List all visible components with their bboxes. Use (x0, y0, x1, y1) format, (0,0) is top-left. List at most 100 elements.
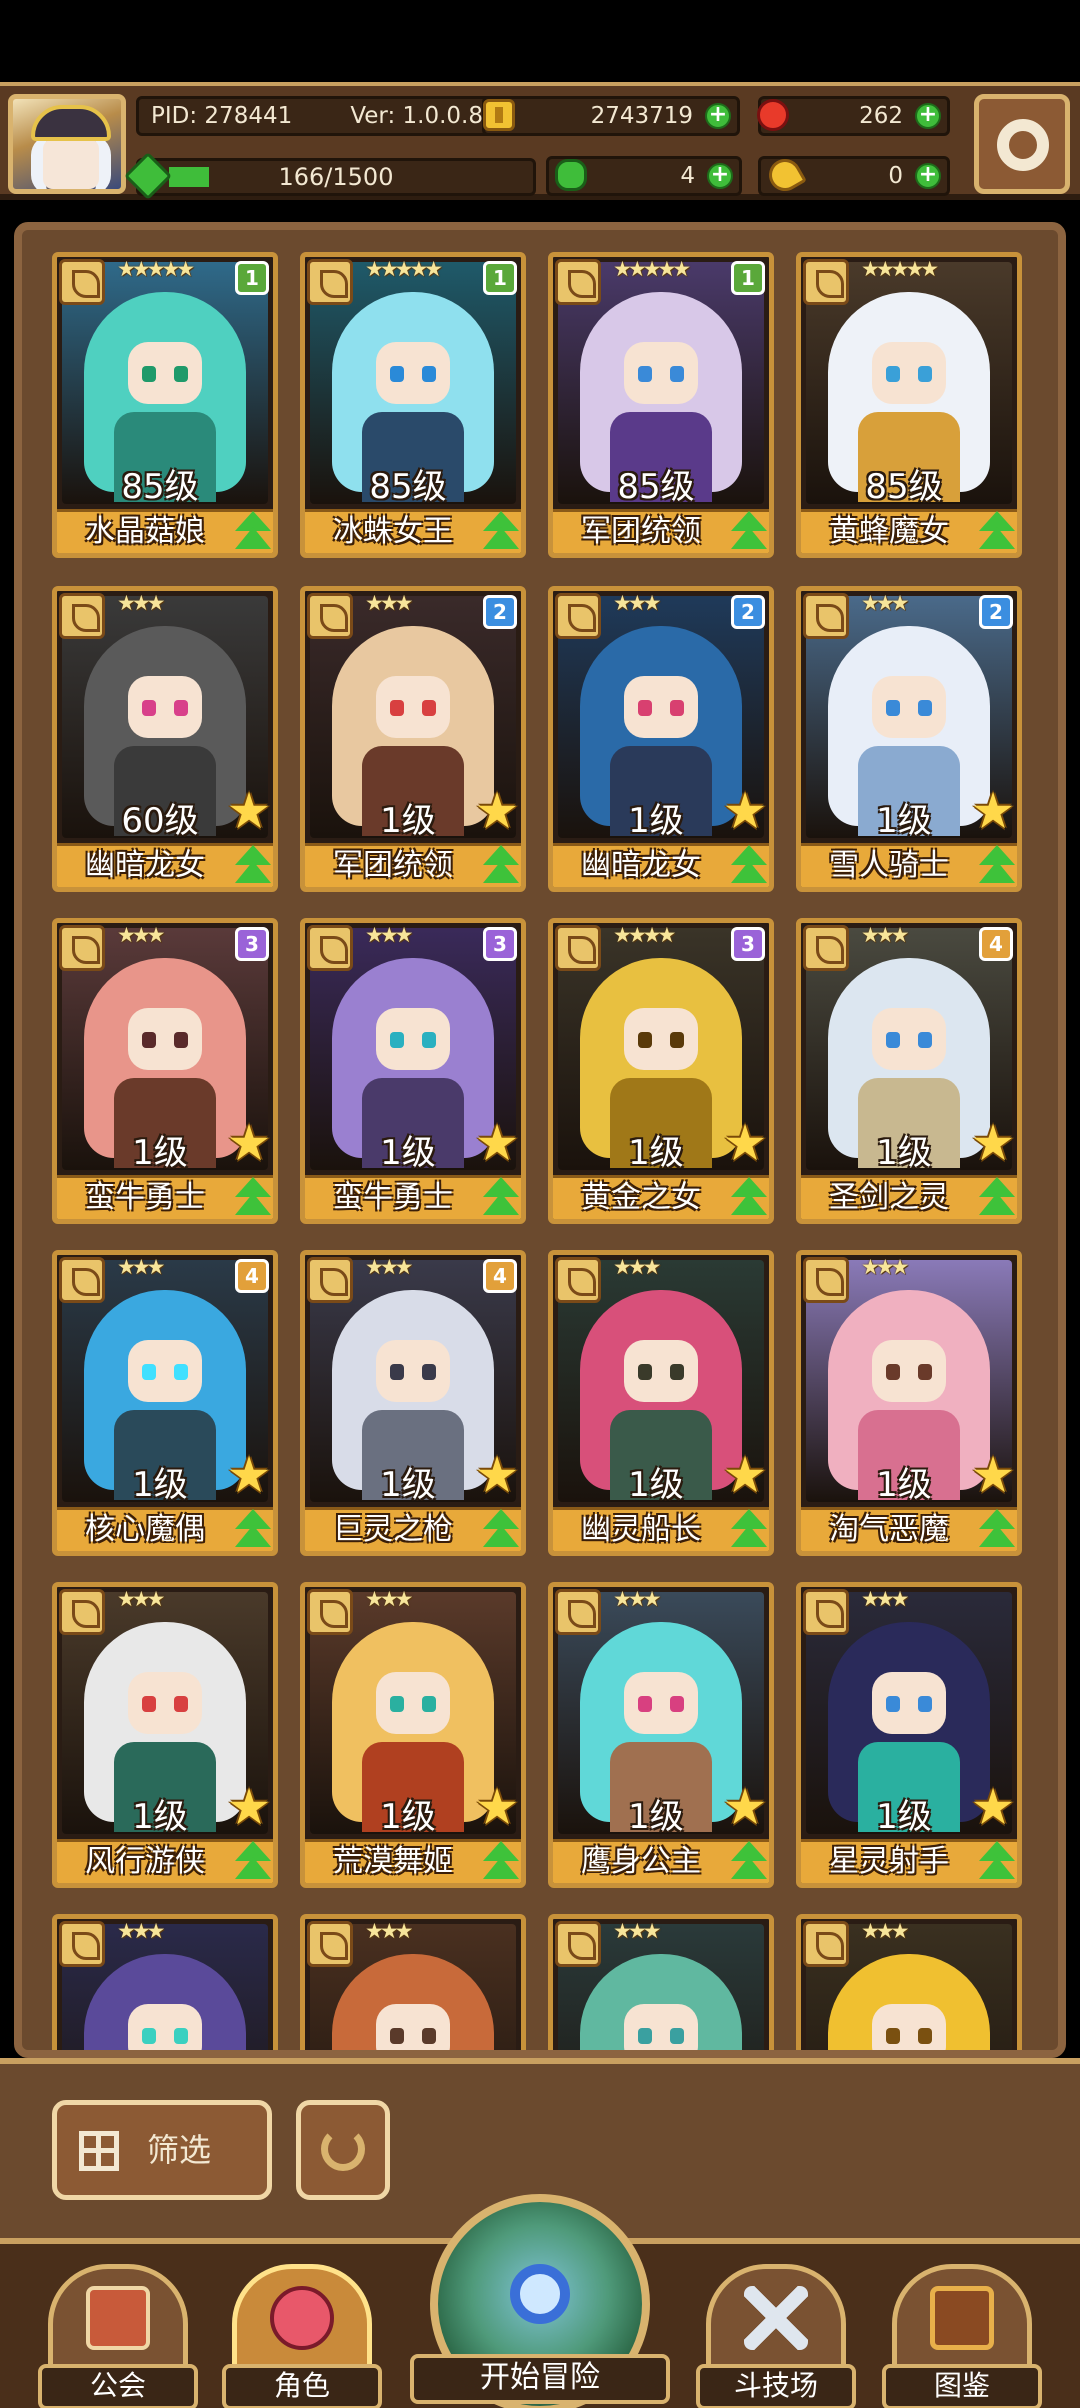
rarity-stars: ★★★ (861, 1919, 909, 1943)
rank-badge: 2 (731, 595, 765, 629)
gold-amount: 2743719 (590, 103, 693, 129)
rarity-stars: ★★★ (861, 591, 909, 615)
hero-card[interactable]: ★★★ 2 1级 ★ 雪人骑士 (796, 586, 1022, 892)
rarity-stars: ★★★ (613, 591, 661, 615)
rarity-stars: ★★★ (117, 1919, 165, 1943)
hero-card[interactable]: ★★★ (548, 1914, 774, 2050)
hero-card[interactable]: ★★★ 1级 ★ 淘气恶魔 (796, 1250, 1022, 1556)
hero-card[interactable]: ★★★ 2 1级 ★ 军团统领 (300, 586, 526, 892)
hero-card[interactable]: ★★★ 4 1级 ★ 核心魔偶 (52, 1250, 278, 1556)
element-leaf-icon (307, 925, 353, 971)
hero-name: 圣剑之灵 (829, 1180, 949, 1215)
version-text: Ver: 1.0.0.8 (350, 103, 483, 129)
rarity-stars: ★★★ (117, 1255, 165, 1279)
star-upgrade-icon: ★ (970, 1778, 1016, 1836)
element-leaf-icon (307, 1589, 353, 1635)
energy-bar: 166/1500 (123, 151, 536, 201)
nav-codex[interactable]: 图鉴 (882, 2264, 1042, 2408)
hero-card[interactable]: ★★★ 1级 ★ 鹰身公主 (548, 1582, 774, 1888)
rank-badge: 3 (235, 927, 269, 961)
hero-card[interactable]: ★★★ (52, 1914, 278, 2050)
crossed-swords-icon (744, 2286, 808, 2350)
rarity-stars: ★★★★★ (613, 257, 691, 281)
level-up-arrow-icon (975, 1173, 1017, 1219)
player-avatar[interactable] (8, 94, 126, 194)
level-up-arrow-icon (231, 841, 273, 887)
hero-card[interactable]: ★★★ 3 1级 ★ 蛮牛勇士 (52, 918, 278, 1224)
element-leaf-icon (803, 1921, 849, 1967)
hero-card[interactable]: ★★★ 2 1级 ★ 幽暗龙女 (548, 586, 774, 892)
hero-card[interactable]: ★★★ 4 1级 ★ 巨灵之枪 (300, 1250, 526, 1556)
hero-card[interactable]: ★★★ 1级 ★ 风行游侠 (52, 1582, 278, 1888)
rarity-stars: ★★★★ (613, 923, 676, 947)
rank-badge: 3 (483, 927, 517, 961)
level-up-arrow-icon (727, 841, 769, 887)
hero-name: 军团统领 (333, 848, 453, 883)
rarity-stars: ★★★ (861, 1587, 909, 1611)
codex-book-icon (930, 2286, 994, 2350)
bottom-navigation: 公会 角色 开始冒险 斗技场 图鉴 (0, 2194, 1080, 2408)
settings-button[interactable] (974, 94, 1070, 194)
rank-badge: 3 (731, 927, 765, 961)
key-amount: 0 (888, 163, 903, 189)
hero-roster-panel[interactable]: ★★★★★ 1 85级 水晶菇娘 ★★★★★ 1 85级 冰蛛女王 ★★★★★ 1 85级 军团统领 ★… (14, 222, 1066, 2058)
hero-card[interactable]: ★★★★★ 85级 黄蜂魔女 (796, 252, 1022, 558)
hero-name: 鹰身公主 (581, 1844, 701, 1879)
hero-card[interactable]: ★★★ (796, 1914, 1022, 2050)
rarity-stars: ★★★ (613, 1587, 661, 1611)
filter-button[interactable]: 筛选 (52, 2100, 272, 2200)
nav-guild-label: 公会 (38, 2364, 198, 2408)
level-up-arrow-icon (231, 1837, 273, 1883)
level-up-arrow-icon (975, 841, 1017, 887)
hero-name: 水晶菇娘 (85, 514, 205, 549)
refresh-button[interactable] (296, 2100, 390, 2200)
level-up-arrow-icon (479, 841, 521, 887)
element-leaf-icon (59, 1589, 105, 1635)
hero-card[interactable]: ★★★★★ 1 85级 水晶菇娘 (52, 252, 278, 558)
nav-start-adventure[interactable]: 开始冒险 (410, 2194, 670, 2408)
level-up-arrow-icon (479, 1173, 521, 1219)
add-key-button[interactable]: + (915, 163, 941, 189)
add-gold-button[interactable]: + (705, 103, 731, 129)
guild-hall-icon (86, 2286, 150, 2350)
hero-card[interactable]: ★★★ 1级 ★ 荒漠舞姬 (300, 1582, 526, 1888)
hero-card[interactable]: ★★★ 60级 ★ 幽暗龙女 (52, 586, 278, 892)
rank-badge: 1 (731, 261, 765, 295)
element-leaf-icon (555, 593, 601, 639)
level-up-arrow-icon (975, 507, 1017, 553)
gear-icon (997, 119, 1049, 171)
nav-arena[interactable]: 斗技场 (696, 2264, 856, 2408)
hero-card[interactable]: ★★★ 1级 ★ 幽灵船长 (548, 1250, 774, 1556)
element-leaf-icon (307, 593, 353, 639)
star-upgrade-icon: ★ (474, 1446, 520, 1504)
hero-card[interactable]: ★★★ 1级 ★ 星灵射手 (796, 1582, 1022, 1888)
nav-character[interactable]: 角色 (222, 2264, 382, 2408)
level-up-arrow-icon (727, 1173, 769, 1219)
pid-text: PID: 278441 (151, 103, 293, 129)
gem-amount: 262 (859, 103, 903, 129)
hero-card[interactable]: ★★★★★ 1 85级 冰蛛女王 (300, 252, 526, 558)
hero-card[interactable]: ★★★★ 3 1级 ★ 黄金之女 (548, 918, 774, 1224)
rank-badge: 4 (483, 1259, 517, 1293)
hero-card[interactable]: ★★★ (300, 1914, 526, 2050)
element-leaf-icon (59, 925, 105, 971)
energy-text: 166/1500 (278, 163, 394, 191)
element-leaf-icon (803, 593, 849, 639)
nav-guild[interactable]: 公会 (38, 2264, 198, 2408)
hero-card[interactable]: ★★★★★ 1 85级 军团统领 (548, 252, 774, 558)
star-upgrade-icon: ★ (970, 1446, 1016, 1504)
add-clover-button[interactable]: + (707, 163, 733, 189)
hero-level: 85级 (617, 467, 695, 507)
star-upgrade-icon: ★ (970, 1114, 1016, 1172)
hero-card[interactable]: ★★★ 4 1级 ★ 圣剑之灵 (796, 918, 1022, 1224)
star-upgrade-icon: ★ (474, 1778, 520, 1836)
add-gem-button[interactable]: + (915, 103, 941, 129)
element-leaf-icon (59, 593, 105, 639)
element-leaf-icon (307, 1257, 353, 1303)
rarity-stars: ★★★ (365, 1587, 413, 1611)
hero-card[interactable]: ★★★ 3 1级 ★ 蛮牛勇士 (300, 918, 526, 1224)
hero-name: 黄金之女 (581, 1180, 701, 1215)
rarity-stars: ★★★ (117, 1587, 165, 1611)
star-upgrade-icon: ★ (226, 1778, 272, 1836)
hero-name: 幽暗龙女 (581, 848, 701, 883)
